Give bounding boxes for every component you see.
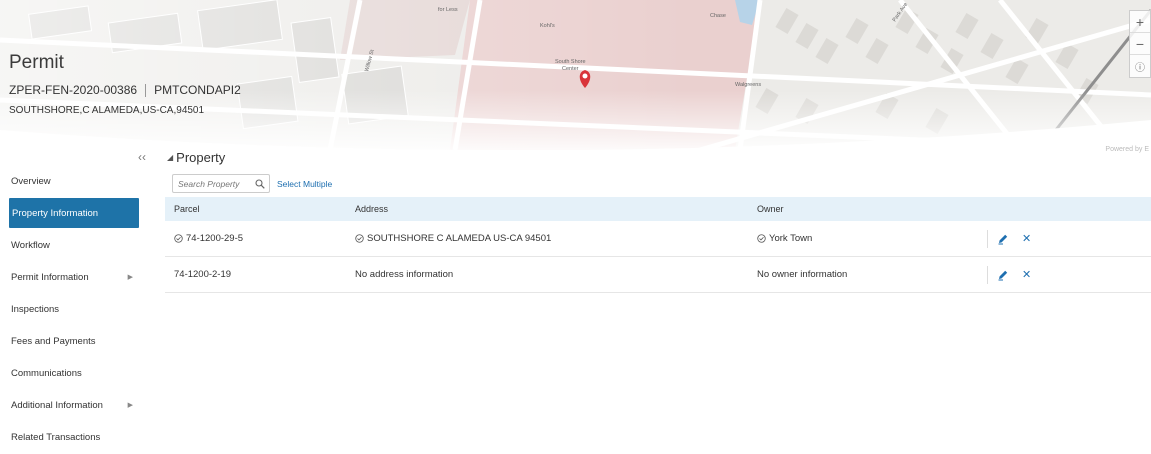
column-header-actions: [987, 197, 1151, 221]
parcel-number: 74-1200-2-19: [174, 269, 232, 280]
column-header-owner[interactable]: Owner: [757, 204, 987, 214]
table-header: Parcel Address Owner: [165, 197, 1151, 221]
remove-close-icon[interactable]: ✕: [1022, 232, 1031, 245]
edit-pencil-icon[interactable]: [997, 269, 1009, 281]
sidebar-item-inspections[interactable]: Inspections: [9, 294, 139, 324]
search-box: [172, 174, 270, 193]
search-property-input[interactable]: [178, 178, 248, 189]
zoom-in-button[interactable]: +: [1130, 11, 1150, 33]
map-banner: for Less Kohl's Chase South Shore Center…: [0, 0, 1151, 150]
collapse-triangle-icon[interactable]: ◢: [167, 153, 173, 162]
expand-caret-icon[interactable]: ▶: [128, 401, 133, 409]
owner-cell: No owner information: [757, 269, 987, 280]
map-label-kohls: Kohl's: [540, 23, 555, 29]
permit-address: SOUTHSHORE,C ALAMEDA,US-CA,94501: [9, 105, 205, 116]
check-circle-icon: [174, 234, 183, 243]
map-label-chase: Chase: [710, 13, 726, 19]
sidebar-nav: Overview Property Information Workflow P…: [9, 166, 139, 454]
separator: [145, 83, 147, 97]
section-header[interactable]: ◢ Property: [167, 150, 1151, 165]
table-row[interactable]: 74-1200-2-19 No address information No o…: [165, 257, 1151, 293]
map-attribution: Powered by E: [1105, 146, 1149, 153]
column-header-address[interactable]: Address: [355, 204, 757, 214]
map-controls: + − ⓘ: [1129, 10, 1151, 78]
row-actions: ✕: [987, 265, 1151, 284]
owner-value: No owner information: [757, 269, 848, 280]
permit-id-line: ZPER-FEN-2020-00386 PMTCONDAPI2: [9, 83, 241, 97]
sidebar: ‹‹ Overview Property Information Workflo…: [0, 150, 148, 443]
select-multiple-link[interactable]: Select Multiple: [277, 179, 332, 189]
sidebar-item-communications[interactable]: Communications: [9, 358, 139, 388]
row-actions: ✕: [987, 229, 1151, 248]
map-label-center: Center: [562, 66, 579, 72]
edit-pencil-icon[interactable]: [997, 233, 1009, 245]
page-title: Permit: [9, 52, 64, 73]
sidebar-item-related-transactions[interactable]: Related Transactions: [9, 422, 139, 452]
permit-number: ZPER-FEN-2020-00386: [9, 83, 138, 97]
property-toolbar: Select Multiple: [172, 174, 1151, 193]
column-header-parcel[interactable]: Parcel: [165, 204, 355, 214]
remove-close-icon[interactable]: ✕: [1022, 268, 1031, 281]
map-label-walgreens: Walgreens: [735, 82, 761, 88]
map-label-south-shore: South Shore: [555, 59, 586, 65]
zoom-out-button[interactable]: −: [1130, 33, 1150, 55]
sidebar-item-property-information[interactable]: Property Information: [9, 198, 139, 228]
parcel-number: 74-1200-29-5: [186, 233, 244, 244]
address-value: No address information: [355, 269, 454, 280]
address-cell: SOUTHSHORE C ALAMEDA US-CA 94501: [355, 233, 757, 244]
check-circle-icon: [757, 234, 766, 243]
sidebar-item-overview[interactable]: Overview: [9, 166, 139, 196]
property-section: ◢ Property Select Multiple Parcel Addres…: [165, 150, 1151, 293]
property-table: Parcel Address Owner 74-1200-29-5 SOUTHS…: [165, 197, 1151, 293]
table-row[interactable]: 74-1200-29-5 SOUTHSHORE C ALAMEDA US-CA …: [165, 221, 1151, 257]
sidebar-item-additional-information[interactable]: Additional Information ▶: [9, 390, 139, 420]
permit-header: Permit ZPER-FEN-2020-00386 PMTCONDAPI2 S…: [9, 52, 241, 116]
sidebar-item-fees-and-payments[interactable]: Fees and Payments: [9, 326, 139, 356]
section-title: Property: [176, 150, 226, 165]
permit-type: PMTCONDAPI2: [154, 83, 241, 97]
owner-cell: York Town: [757, 233, 987, 244]
info-icon[interactable]: ⓘ: [1130, 55, 1150, 77]
collapse-sidebar-icon[interactable]: ‹‹: [138, 150, 146, 164]
parcel-cell: 74-1200-29-5: [165, 233, 355, 244]
sidebar-item-permit-information[interactable]: Permit Information ▶: [9, 262, 139, 292]
address-cell: No address information: [355, 269, 757, 280]
address-value: SOUTHSHORE C ALAMEDA US-CA 94501: [367, 233, 552, 244]
map-label-for-less: for Less: [438, 7, 458, 13]
search-icon[interactable]: [255, 178, 265, 189]
check-circle-icon: [355, 234, 364, 243]
parcel-cell: 74-1200-2-19: [165, 269, 355, 280]
sidebar-item-workflow[interactable]: Workflow: [9, 230, 139, 260]
owner-value: York Town: [769, 233, 813, 244]
expand-caret-icon[interactable]: ▶: [128, 273, 133, 281]
